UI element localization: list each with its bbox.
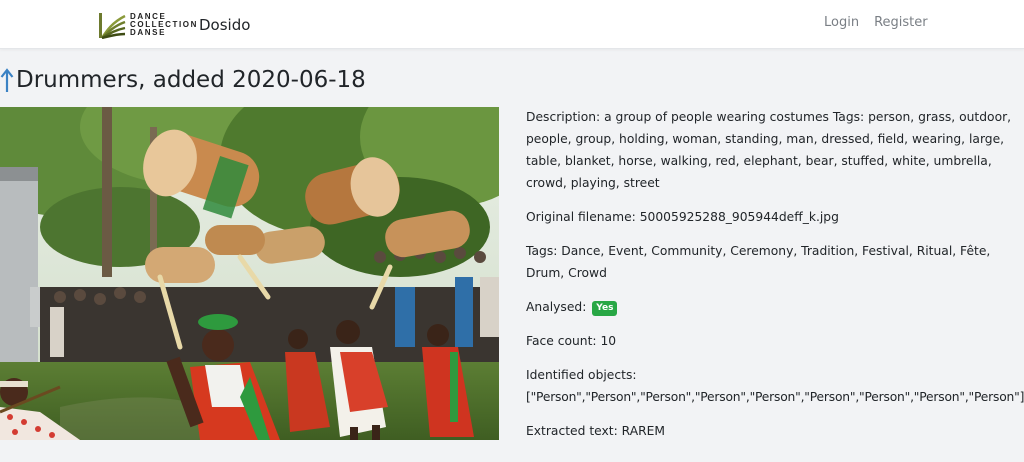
brand-wordmark-line: DANSE <box>130 28 167 37</box>
objects-row: Identified objects: ["Person","Person","… <box>526 364 1024 408</box>
objects-label: Identified objects: <box>526 368 637 382</box>
dance-collection-logo-icon <box>99 12 126 39</box>
analysed-label: Analysed: <box>526 300 587 314</box>
filename-label: Original filename: <box>526 210 636 224</box>
status-badge: Yes <box>592 301 618 316</box>
face-count-row: Face count: 10 <box>526 330 1018 352</box>
image-details: Description: a group of people wearing c… <box>526 106 1024 454</box>
login-link[interactable]: Login <box>824 15 859 30</box>
top-navbar: DANCE COLLECTION DANSE Dosido Login Regi… <box>0 0 1024 49</box>
brand-logo-link[interactable]: DANCE COLLECTION DANSE Dosido <box>99 11 250 39</box>
auth-nav: Login Register <box>824 15 928 30</box>
page-title-text: Drummers, added 2020-06-18 <box>16 67 366 93</box>
tags-label: Tags: <box>526 244 558 258</box>
analysed-row: Analysed: Yes <box>526 296 1018 318</box>
filename-row: Original filename: 50005925288_905944def… <box>526 206 1018 228</box>
register-link[interactable]: Register <box>874 15 928 30</box>
extracted-text-row: Extracted text: RAREM <box>526 420 1018 442</box>
filename-value: 50005925288_905944deff_k.jpg <box>639 210 839 224</box>
description-row: Description: a group of people wearing c… <box>526 106 1018 194</box>
extracted-text-label: Extracted text: <box>526 424 618 438</box>
face-count-value: 10 <box>600 334 617 348</box>
drummers-photo <box>0 107 499 440</box>
tags-row: Tags: Dance, Event, Community, Ceremony,… <box>526 240 1018 284</box>
face-count-label: Face count: <box>526 334 597 348</box>
extracted-text-value: RAREM <box>621 424 666 438</box>
up-arrow-icon[interactable] <box>0 67 14 93</box>
objects-value: ["Person","Person","Person","Person","Pe… <box>526 390 1024 404</box>
brand-wordmark: DANCE COLLECTION DANSE <box>130 13 198 37</box>
description-label: Description: <box>526 110 601 124</box>
tags-value: Dance, Event, Community, Ceremony, Tradi… <box>526 244 991 280</box>
brand-name: Dosido <box>199 16 251 34</box>
page-title: Drummers, added 2020-06-18 <box>0 67 366 93</box>
